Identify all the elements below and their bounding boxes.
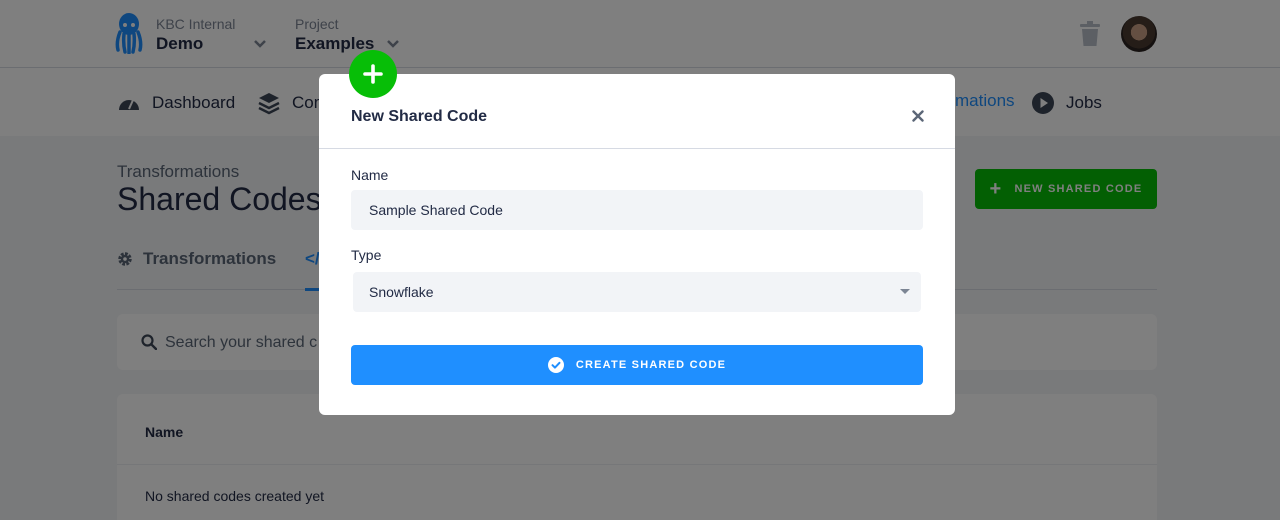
name-field-label: Name [351,167,389,183]
modal-badge [349,50,397,98]
type-select[interactable]: Snowflake [353,272,921,312]
type-select-value: Snowflake [369,284,434,300]
close-icon [912,110,924,122]
type-field-label: Type [351,247,382,263]
plus-icon [363,64,383,84]
close-button[interactable] [910,108,926,124]
modal-divider [319,148,955,149]
create-shared-code-button-label: CREATE SHARED CODE [575,359,727,371]
caret-down-icon [900,289,910,294]
name-input[interactable] [351,190,923,230]
new-shared-code-modal: New Shared Code Name Type Snowflake CREA… [319,74,955,415]
create-shared-code-button[interactable]: CREATE SHARED CODE [351,345,923,385]
modal-title: New Shared Code [351,108,488,125]
check-circle-icon [547,357,564,373]
